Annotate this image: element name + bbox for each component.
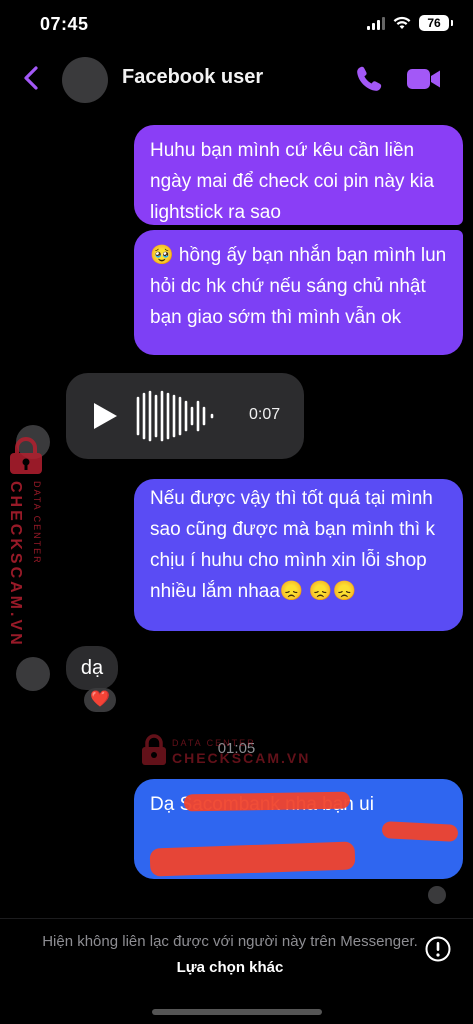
status-bar: 07:45 76 bbox=[0, 0, 473, 50]
status-time: 07:45 bbox=[40, 14, 89, 34]
outgoing-message[interactable]: Huhu bạn mình cứ kêu cần liền ngày mai đ… bbox=[134, 125, 463, 225]
chat-screen: 07:45 76 Facebook user Huhu bạn mình cứ … bbox=[0, 0, 473, 1024]
status-icons: 76 bbox=[367, 15, 453, 31]
lock-icon bbox=[10, 437, 42, 474]
voice-message[interactable]: 0:07 bbox=[66, 373, 304, 459]
composer-unavailable-footer: Hiện không liên lạc được với người này t… bbox=[0, 918, 473, 1024]
contact-avatar[interactable] bbox=[62, 57, 108, 103]
phone-call-icon[interactable] bbox=[354, 64, 384, 94]
outgoing-message[interactable]: Nếu được vậy thì tốt quá tại mình sao cũ… bbox=[134, 479, 463, 631]
watermark-sub: DATA CENTER bbox=[32, 481, 42, 565]
heart-reaction-icon[interactable]: ❤️ bbox=[84, 688, 116, 712]
wifi-icon bbox=[393, 16, 411, 29]
sender-avatar bbox=[16, 657, 50, 691]
redaction-mark bbox=[183, 791, 351, 812]
watermark-sub: DATA CENTER bbox=[172, 738, 256, 748]
home-indicator bbox=[152, 1009, 322, 1015]
audio-duration: 0:07 bbox=[249, 406, 281, 423]
conversation-header: Facebook user bbox=[0, 52, 473, 108]
outgoing-message[interactable]: 🥹 hồng ấy bạn nhắn bạn mình lun hỏi dc h… bbox=[134, 230, 463, 355]
contact-name[interactable]: Facebook user bbox=[122, 66, 263, 89]
audio-waveform-icon bbox=[136, 390, 214, 442]
play-icon[interactable] bbox=[94, 403, 117, 429]
battery-icon: 76 bbox=[419, 15, 453, 31]
back-chevron-icon[interactable] bbox=[18, 64, 46, 92]
lock-icon bbox=[142, 734, 166, 765]
watermark-side: CHECKSCAM.VN DATA CENTER bbox=[2, 437, 50, 648]
footer-notice: Hiện không liên lạc được với người này t… bbox=[40, 929, 420, 981]
watermark-brand: CHECKSCAM.VN bbox=[7, 481, 24, 648]
incoming-message[interactable]: dạ bbox=[66, 646, 118, 690]
watermark-brand: CHECKSCAM.VN bbox=[172, 750, 311, 766]
other-options-link[interactable]: Lựa chọn khác bbox=[177, 959, 284, 976]
video-camera-icon[interactable] bbox=[406, 65, 442, 93]
seen-indicator-avatar bbox=[428, 886, 446, 904]
watermark-center: DATA CENTER CHECKSCAM.VN bbox=[140, 734, 308, 774]
info-icon[interactable] bbox=[425, 936, 451, 962]
footer-notice-text: Hiện không liên lạc được với người này t… bbox=[42, 933, 418, 950]
cellular-signal-icon bbox=[367, 16, 385, 30]
